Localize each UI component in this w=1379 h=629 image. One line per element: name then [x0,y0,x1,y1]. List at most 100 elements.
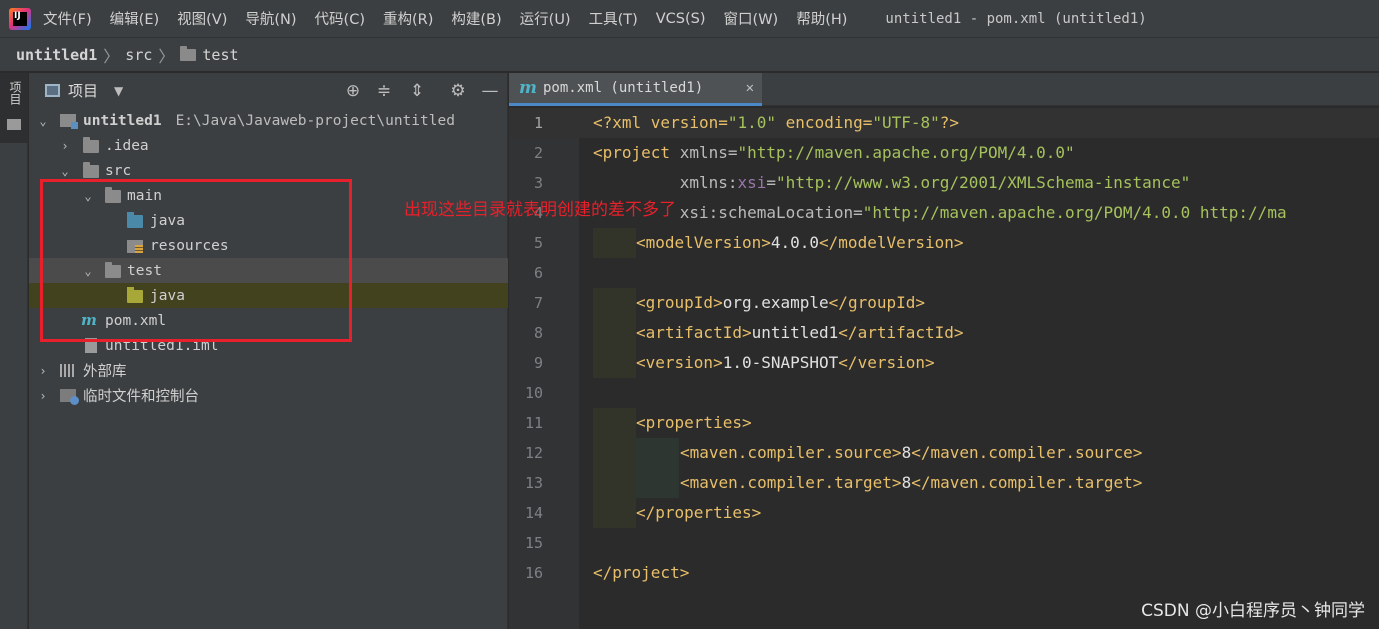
menu-edit[interactable]: 编辑(E) [110,8,159,29]
menu-file[interactable]: 文件(F) [43,8,92,29]
code-token: <version> [636,353,723,372]
line-number: 15 [524,534,543,552]
tree-item-label: 外部库 [83,364,127,380]
tree-item-label: .idea [105,137,149,154]
code-line[interactable]: <project xmlns="http://maven.apache.org/… [593,143,1075,162]
menu-build[interactable]: 构建(B) [451,8,501,29]
code-token: </properties> [636,503,762,522]
breadcrumb-project[interactable]: untitled1 [16,46,97,64]
code-line[interactable]: <modelVersion>4.0.0</modelVersion> [636,233,964,252]
line-number: 5 [533,234,543,252]
code-line[interactable]: <groupId>org.example</groupId> [636,293,925,312]
code-line[interactable]: <version>1.0-SNAPSHOT</version> [636,353,935,372]
code-line[interactable]: <maven.compiler.target>8</maven.compiler… [680,473,1142,492]
code-line[interactable]: </properties> [636,503,761,522]
code-token: "UTF-8" [872,113,940,132]
code-line[interactable]: </project> [593,563,689,582]
folder-icon [180,45,197,61]
tree-item-scratches[interactable]: › 临时文件和控制台 [29,383,508,408]
editor-tab-pom[interactable]: m pom.xml (untitled1) ✕ [509,73,762,106]
line-number: 9 [533,354,543,372]
panel-title[interactable]: 项目 [68,80,98,101]
maven-file-icon: m [519,78,537,98]
chevron-down-icon[interactable]: ⌄ [36,114,50,128]
chevron-right-icon[interactable]: › [36,364,50,378]
menu-bar: IJ 文件(F) 编辑(E) 视图(V) 导航(N) 代码(C) 重构(R) 构… [0,0,1379,38]
code-token: xmlns: [593,173,738,192]
line-number: 6 [533,264,543,282]
menu-window[interactable]: 窗口(W) [724,8,779,29]
code-token: 8 [901,473,912,492]
code-token: untitled1 [751,323,839,342]
chevron-down-icon[interactable]: ⌄ [58,164,72,178]
line-number: 1 [533,114,543,132]
menu-refactor[interactable]: 重构(R) [383,8,433,29]
intellij-logo-icon: IJ [9,7,31,30]
expand-all-icon[interactable]: ≑ [374,81,394,101]
menu-view[interactable]: 视图(V) [177,8,227,29]
code-line[interactable]: <?xml version="1.0" encoding="UTF-8"?> [593,113,959,132]
chevron-right-icon[interactable]: › [58,139,72,153]
indent-guide [593,408,636,438]
chevron-right-icon[interactable]: › [36,389,50,403]
code-line[interactable]: <artifactId>untitled1</artifactId> [636,323,964,342]
gear-icon[interactable]: ⚙ [448,81,468,101]
tree-item-root[interactable]: ⌄ untitled1 E:\Java\Javaweb-project\untit… [29,108,508,133]
menu-run[interactable]: 运行(U) [520,8,571,29]
library-icon [60,364,76,377]
line-number: 8 [533,324,543,342]
project-view-icon [45,84,60,97]
code-token: xsi [737,173,767,192]
close-icon[interactable]: ✕ [746,80,754,96]
collapse-all-icon[interactable]: ⇕ [407,81,427,101]
code-token: = [766,173,777,192]
chevron-right-icon: 〉 [158,46,175,66]
editor-tab-bar: m pom.xml (untitled1) ✕ [509,73,1379,106]
line-number: 7 [533,294,543,312]
menu-code[interactable]: 代码(C) [315,8,365,29]
code-line[interactable]: <maven.compiler.source>8</maven.compiler… [680,443,1142,462]
menu-tools[interactable]: 工具(T) [589,8,638,29]
breadcrumb-src[interactable]: src [125,46,152,64]
breadcrumb-test[interactable]: test [202,46,238,64]
code-token: </modelVersion> [819,233,964,252]
code-token: xmlns= [679,143,738,162]
menu-navigate[interactable]: 导航(N) [245,8,296,29]
code-token: <?xml version= [593,113,728,132]
folder-icon [83,137,99,153]
project-tab-label: 项目 [8,81,22,105]
line-number: 12 [524,444,543,462]
line-number: 13 [524,474,543,492]
code-token: 8 [901,443,912,462]
code-token: 1.0-SNAPSHOT [722,353,839,372]
line-number: 16 [524,564,543,582]
project-tool-window-tab[interactable]: 项目 [0,73,28,143]
tree-item-external-libs[interactable]: › 外部库 [29,358,508,383]
indent-guide [636,468,679,498]
menu-vcs[interactable]: VCS(S) [656,11,706,27]
caret-down-icon[interactable]: ▼ [114,84,123,98]
tree-item-idea[interactable]: › .idea [29,133,508,158]
chevron-right-icon: 〉 [103,46,120,66]
code-line[interactable]: <properties> [636,413,752,432]
editor: m pom.xml (untitled1) ✕ 1 2 3 4 5 6 7 8 … [509,73,1379,629]
code-token: <maven.compiler.source> [680,443,902,462]
menu-help[interactable]: 帮助(H) [796,8,847,29]
indent-guide [593,318,636,348]
line-number: 14 [524,504,543,522]
code-token: org.example [722,293,829,312]
locate-target-icon[interactable]: ⊕ [343,81,363,101]
code-token: "http://maven.apache.org/POM/4.0.0 http:… [862,203,1287,222]
code-line[interactable]: xmlns:xsi="http://www.w3.org/2001/XMLSch… [593,173,1191,192]
watermark: CSDN @小白程序员丶钟同学 [1141,601,1365,621]
tab-label: pom.xml (untitled1) [543,80,704,96]
project-panel-header: 项目 ▼ ⊕ ≑ ⇕ ⚙ — [29,73,507,108]
root-path: E:\Java\Javaweb-project\untitled [175,112,455,129]
left-tool-strip: 项目 [0,73,28,629]
code-token: </maven.compiler.target> [911,473,1143,492]
code-token: </maven.compiler.source> [911,443,1143,462]
minimize-icon[interactable]: — [480,81,500,101]
code-line[interactable]: xsi:schemaLocation="http://maven.apache.… [593,203,1287,222]
breadcrumb: untitled1 〉 src 〉 test [0,38,1379,72]
module-folder-icon [60,114,78,129]
